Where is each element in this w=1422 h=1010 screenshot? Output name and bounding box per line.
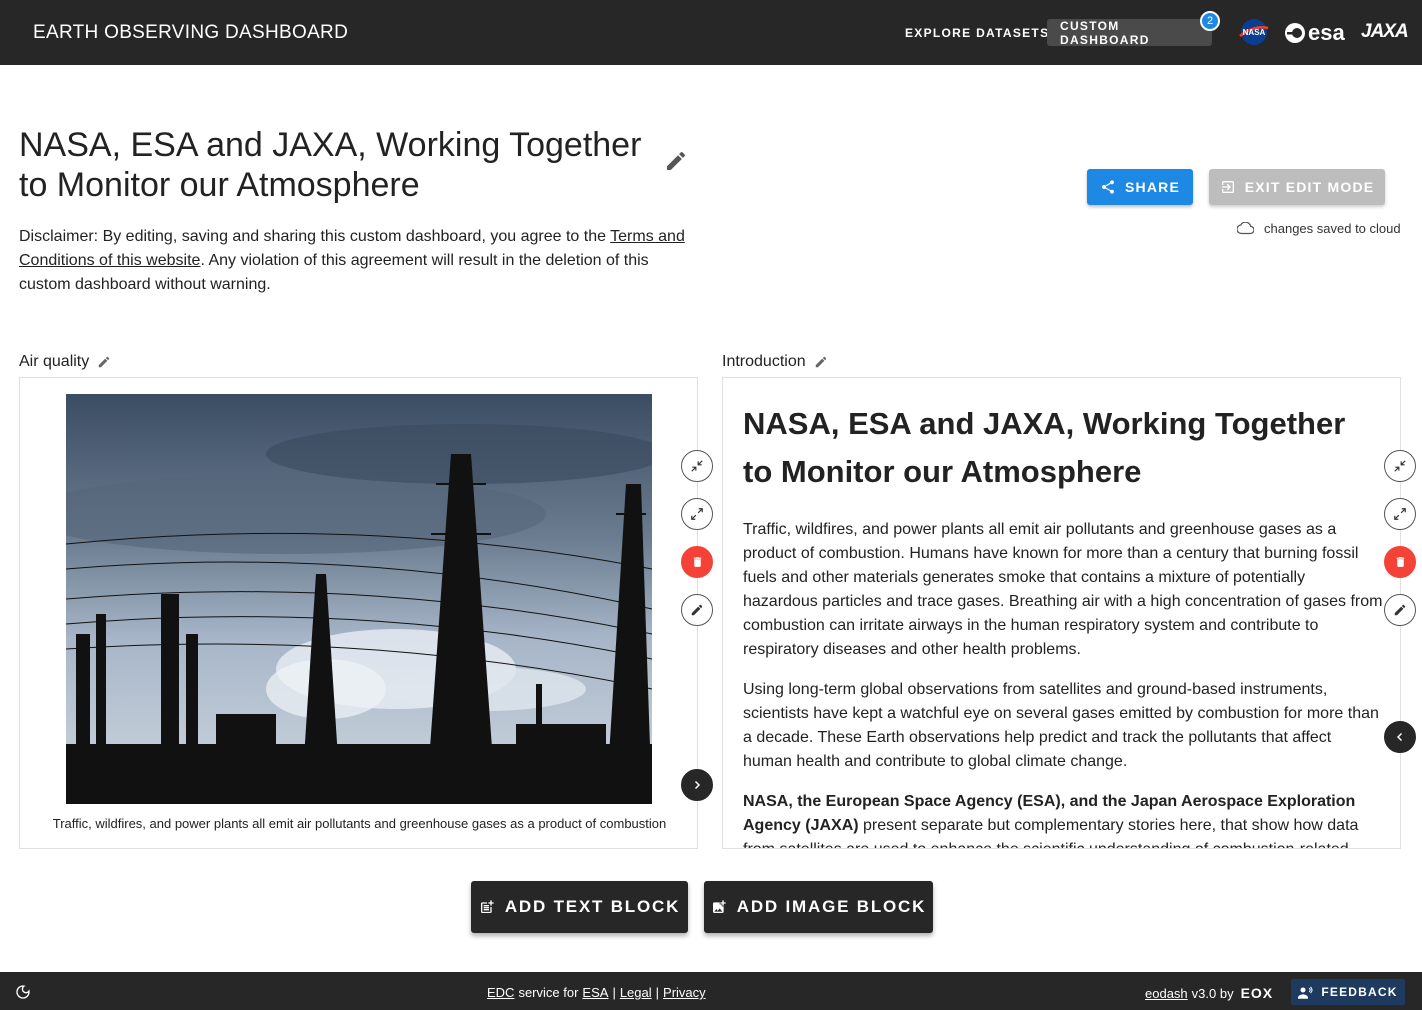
edit-label-pencil-icon[interactable] <box>814 355 828 369</box>
disclaimer-text: Disclaimer: By editing, saving and shari… <box>19 228 685 293</box>
jaxa-logo[interactable]: JAXA <box>1361 21 1409 43</box>
collapse-icon <box>1394 460 1406 472</box>
esa-logo[interactable]: esa <box>1284 20 1345 46</box>
feedback-person-icon <box>1298 986 1313 999</box>
exit-edit-mode-button[interactable]: EXIT EDIT MODE <box>1209 169 1385 205</box>
footer-links: EDC service for ESA | Legal | Privacy <box>487 985 706 1000</box>
move-right-button[interactable] <box>681 769 713 801</box>
add-photo-icon <box>712 900 726 913</box>
delete-block-button[interactable] <box>1384 546 1416 578</box>
intro-paragraph: Using long-term global observations from… <box>743 681 1379 770</box>
expand-block-button[interactable] <box>1384 498 1416 530</box>
chevron-right-icon <box>694 780 701 790</box>
explore-datasets-link[interactable]: EXPLORE DATASETS <box>892 19 1062 46</box>
eox-logo[interactable]: EOX <box>1241 985 1274 1001</box>
edit-block-button[interactable] <box>1384 594 1416 626</box>
edit-label-pencil-icon[interactable] <box>97 355 111 369</box>
feedback-button[interactable]: FEEDBACK <box>1291 979 1405 1005</box>
svg-text:NASA: NASA <box>1243 28 1266 37</box>
add-text-block-button[interactable]: ADD TEXT BLOCK <box>471 881 688 933</box>
shrink-block-button[interactable] <box>681 450 713 482</box>
add-image-block-button[interactable]: ADD IMAGE BLOCK <box>704 881 933 933</box>
panel-label-introduction: Introduction <box>722 353 828 371</box>
power-plant-photo <box>66 394 652 804</box>
app-title[interactable]: EARTH OBSERVING DASHBOARD <box>33 22 348 44</box>
share-icon <box>1101 180 1114 194</box>
nasa-logo[interactable]: NASA <box>1238 17 1270 47</box>
expand-icon <box>691 508 703 520</box>
expand-icon <box>1394 508 1406 520</box>
trash-icon <box>693 557 701 567</box>
cloud-done-icon <box>1237 222 1254 235</box>
edit-title-pencil-icon[interactable] <box>664 149 688 173</box>
pencil-icon <box>1394 604 1406 616</box>
panel-label-air-quality: Air quality <box>19 353 111 371</box>
collapse-icon <box>691 460 703 472</box>
intro-body: Traffic, wildfires, and power plants all… <box>743 518 1383 848</box>
intro-heading: NASA, ESA and JAXA, Working Together to … <box>743 406 1346 489</box>
expand-block-button[interactable] <box>681 498 713 530</box>
share-button[interactable]: SHARE <box>1087 169 1193 205</box>
legal-link[interactable]: Legal <box>620 985 652 1000</box>
custom-dashboard-count-badge: 2 <box>1200 11 1220 31</box>
intro-paragraph: NASA, the European Space Agency (ESA), a… <box>743 793 1359 848</box>
shrink-block-button[interactable] <box>1384 450 1416 482</box>
footer-credits: eodash v3.0 by EOX <box>1145 985 1274 1001</box>
chevron-left-icon <box>1396 732 1403 742</box>
edit-block-button[interactable] <box>681 594 713 626</box>
eodash-link[interactable]: eodash <box>1145 986 1188 1001</box>
post-add-icon <box>480 900 494 913</box>
delete-block-button[interactable] <box>681 546 713 578</box>
esa-link[interactable]: ESA <box>582 985 608 1000</box>
pencil-icon <box>691 604 703 616</box>
edc-link[interactable]: EDC <box>487 985 514 1000</box>
esa-logo-text: esa <box>1308 20 1345 45</box>
privacy-link[interactable]: Privacy <box>663 985 706 1000</box>
move-left-button[interactable] <box>1384 721 1416 753</box>
image-block-panel: Traffic, wildfires, and power plants all… <box>19 377 698 849</box>
image-caption: Traffic, wildfires, and power plants all… <box>52 816 667 831</box>
exit-icon <box>1221 181 1234 193</box>
save-status: changes saved to cloud <box>1237 221 1401 236</box>
text-block-panel: NASA, ESA and JAXA, Working Together to … <box>722 377 1401 849</box>
dark-mode-toggle-icon[interactable] <box>15 984 31 1000</box>
intro-paragraph: Traffic, wildfires, and power plants all… <box>743 521 1383 658</box>
footer: EDC service for ESA | Legal | Privacy eo… <box>0 972 1422 1010</box>
trash-icon <box>1396 557 1404 567</box>
esa-mark-icon <box>1285 23 1305 43</box>
dashboard-title: NASA, ESA and JAXA, Working Together to … <box>19 126 642 204</box>
custom-dashboard-link[interactable]: CUSTOM DASHBOARD <box>1047 19 1212 47</box>
